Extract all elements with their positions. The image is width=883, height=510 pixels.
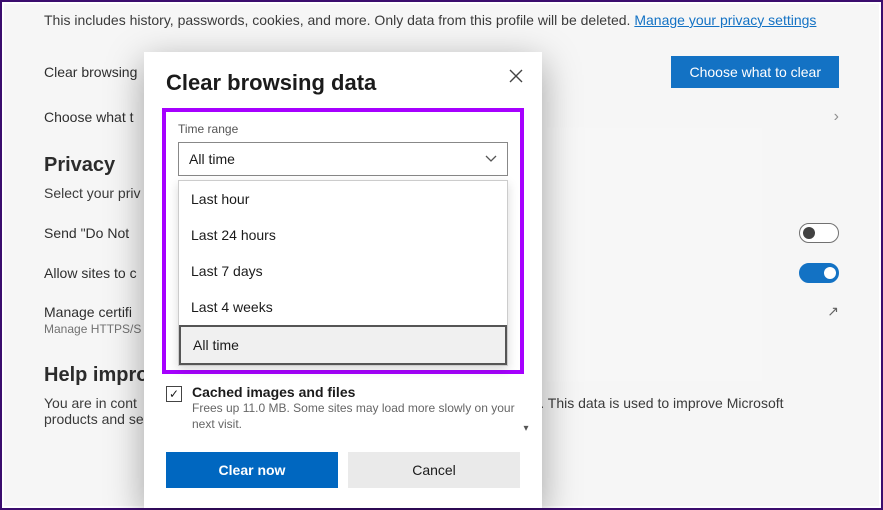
time-range-selected: All time — [189, 151, 235, 167]
choose-what-label: Choose what t — [44, 109, 134, 125]
external-link-icon: ↗ — [827, 303, 839, 320]
chevron-right-icon: › — [834, 108, 839, 126]
time-range-dropdown[interactable]: All time — [178, 142, 508, 176]
time-range-option[interactable]: Last hour — [179, 181, 507, 217]
intro-text: This includes history, passwords, cookie… — [44, 12, 839, 28]
time-range-option[interactable]: Last 4 weeks — [179, 289, 507, 325]
data-type-list: ✓ Cached images and files Frees up 11.0 … — [166, 380, 520, 434]
allow-sites-toggle[interactable] — [799, 263, 839, 283]
allow-sites-label: Allow sites to c — [44, 265, 137, 281]
intro-prefix: This includes history, passwords, cookie… — [44, 12, 634, 28]
manage-cert-label: Manage certifi — [44, 304, 132, 320]
cancel-button[interactable]: Cancel — [348, 452, 520, 488]
cached-images-title: Cached images and files — [192, 384, 520, 400]
cached-images-checkbox[interactable]: ✓ — [166, 386, 182, 402]
time-range-option-selected[interactable]: All time — [179, 325, 507, 365]
dnt-label: Send "Do Not — [44, 225, 129, 241]
dnt-toggle[interactable] — [799, 223, 839, 243]
chevron-down-icon — [485, 152, 497, 166]
time-range-options: Last hour Last 24 hours Last 7 days Last… — [178, 180, 508, 366]
choose-what-to-clear-button[interactable]: Choose what to clear — [671, 56, 839, 88]
manage-privacy-link[interactable]: Manage your privacy settings — [634, 12, 816, 28]
time-range-option[interactable]: Last 7 days — [179, 253, 507, 289]
cached-images-row: ✓ Cached images and files Frees up 11.0 … — [166, 380, 520, 434]
list-scrollbar[interactable]: ▾ — [518, 380, 534, 434]
dialog-buttons: Clear now Cancel — [166, 452, 520, 488]
clear-browsing-label: Clear browsing — [44, 64, 137, 80]
time-range-highlight: Time range All time Last hour Last 24 ho… — [162, 108, 524, 374]
dialog-title: Clear browsing data — [166, 70, 520, 96]
help-text-pre: You are in cont — [44, 395, 137, 411]
clear-browsing-data-dialog: Clear browsing data Time range All time … — [144, 52, 542, 508]
scroll-down-icon: ▾ — [523, 423, 528, 434]
close-icon[interactable] — [506, 66, 526, 86]
time-range-option[interactable]: Last 24 hours — [179, 217, 507, 253]
clear-now-button[interactable]: Clear now — [166, 452, 338, 488]
cached-images-desc: Frees up 11.0 MB. Some sites may load mo… — [192, 400, 520, 432]
time-range-label: Time range — [178, 122, 508, 136]
